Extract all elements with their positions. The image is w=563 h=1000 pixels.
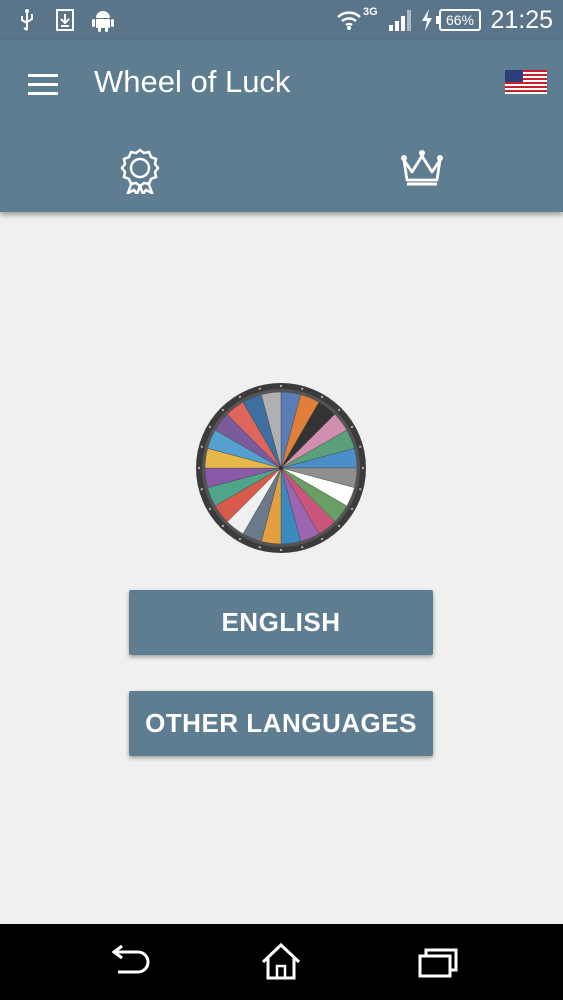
tab-awards[interactable] xyxy=(0,134,281,212)
clock: 21:25 xyxy=(490,6,553,34)
tab-leaderboard[interactable] xyxy=(282,134,563,212)
navigation-bar xyxy=(0,924,563,1000)
us-flag-icon[interactable] xyxy=(505,70,547,94)
charging-icon xyxy=(422,9,432,31)
network-type: 3G xyxy=(363,6,378,18)
battery-level: 66% xyxy=(446,12,474,28)
app-bar: Wheel of Luck xyxy=(0,40,563,212)
back-icon[interactable] xyxy=(104,940,150,984)
recent-apps-icon[interactable] xyxy=(414,940,460,984)
battery-icon: 66% xyxy=(436,9,481,31)
usb-icon xyxy=(21,9,33,31)
app-title: Wheel of Luck xyxy=(94,64,291,99)
android-icon xyxy=(92,11,114,32)
award-ribbon-icon xyxy=(120,148,160,194)
crown-icon xyxy=(401,150,443,186)
hamburger-menu-icon[interactable] xyxy=(22,67,64,101)
signal-icon xyxy=(389,10,411,31)
english-button[interactable]: ENGLISH xyxy=(129,590,433,655)
home-icon[interactable] xyxy=(258,940,304,984)
wifi-icon xyxy=(337,11,361,30)
other-languages-button[interactable]: OTHER LANGUAGES xyxy=(129,691,433,756)
spinning-wheel-icon[interactable] xyxy=(195,382,367,554)
status-bar: 3G 66% 21:25 xyxy=(0,0,563,40)
download-icon xyxy=(56,9,74,31)
